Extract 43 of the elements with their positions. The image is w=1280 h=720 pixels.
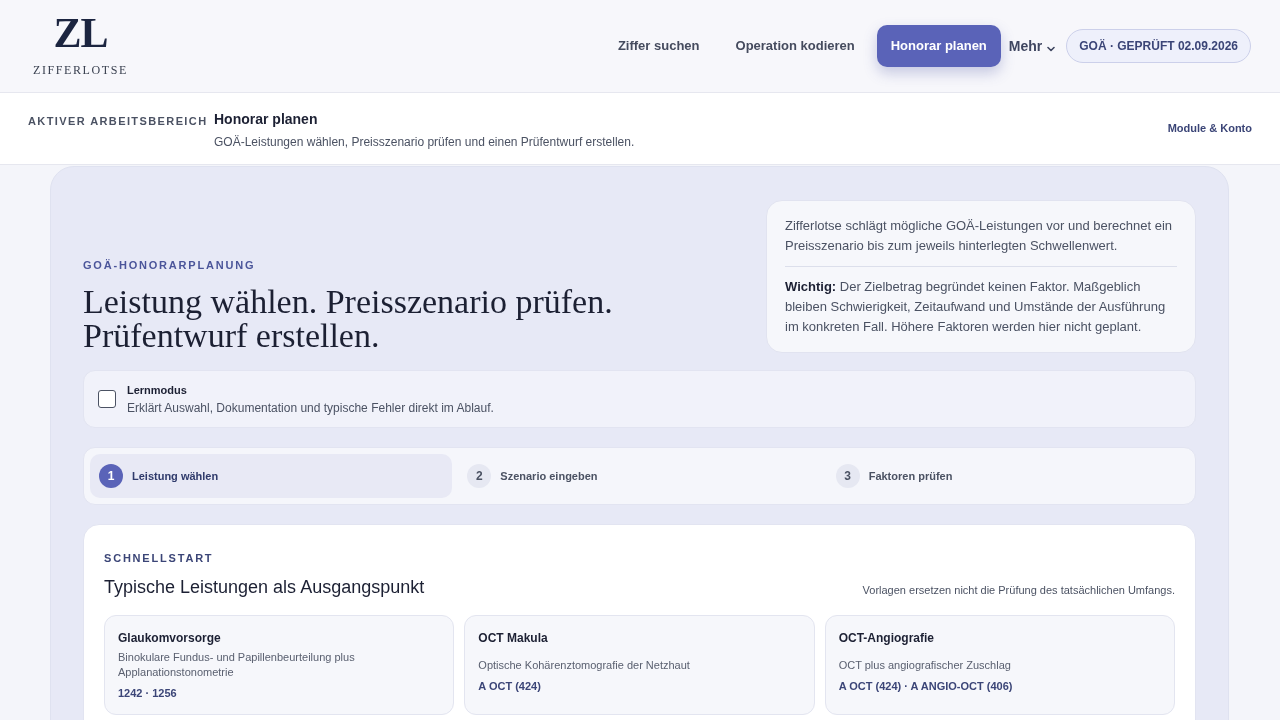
section-note: Vorlagen ersetzen nicht die Prüfung des tatsächlichen Umfangs. — [862, 583, 1175, 597]
template-codes: A OCT (424) · A ANGIO-OCT (406) — [838, 678, 1014, 693]
template-description: Binokulare Fundus- und Papillenbeurteilung plus Applanationstonometrie — [118, 650, 356, 680]
step-tab[interactable]: 2 Szenario eingeben — [458, 454, 821, 498]
workspace-title: Honorar planen — [214, 110, 319, 128]
logo-mark: ZL — [53, 15, 108, 50]
nav-link[interactable]: Ziffer suchen — [603, 25, 714, 67]
section-eyebrow: SCHNELLSTART — [104, 551, 215, 565]
page-heading: Leistung wählen. Preisszenario prüfen. Prüfentwurf erstellen. — [83, 285, 614, 353]
template-description: Optische Kohärenztomografie der Netzhaut — [478, 657, 691, 673]
template-card[interactable]: Glaukomvorsorge Binokulare Fundus- und Papillenbeurteilung plus Applanationstonometrie 1242 · 1256 — [104, 615, 455, 715]
template-codes: 1242 · 1256 — [118, 686, 178, 700]
learning-mode-description: Erklärt Auswahl, Dokumentation und typische Fehler direkt im Ablauf. — [127, 399, 494, 416]
account-link[interactable]: Module & Konto — [1167, 120, 1252, 137]
template-card[interactable]: OCT-Angiografie OCT plus angiografischer Zuschlag A OCT (424) · A ANGIO-OCT (406) — [824, 615, 1175, 715]
more-menu[interactable]: Mehr — [1008, 35, 1058, 57]
step-number: 1 — [99, 464, 123, 488]
nav-link[interactable]: Operation kodieren — [721, 25, 869, 67]
step-number: 2 — [467, 464, 492, 488]
section-heading: Typische Leistungen als Ausgangspunkt — [104, 576, 425, 598]
template-codes: A OCT (424) — [478, 678, 542, 693]
logo-name: ZIFFERLOTSE — [33, 62, 128, 77]
learning-mode-label: Lernmodus — [127, 382, 188, 397]
template-description: OCT plus angiografischer Zuschlag — [838, 657, 1012, 673]
step-label: Leistung wählen — [132, 468, 219, 484]
learning-mode-checkbox[interactable] — [98, 390, 116, 408]
status-badge: GOÄ · GEPRÜFT 02.09.2026 — [1066, 29, 1251, 63]
workspace-description: GOÄ-Leistungen wählen, Preisszenario prüfen und einen Prüfentwurf erstellen. — [214, 134, 635, 150]
step-tab[interactable]: 1 Leistung wählen — [90, 454, 453, 498]
info-note: Wichtig: Der Zielbetrag begründet keinen Faktor. Maßgeblich bleiben Schwierigkeit, Zeitaufwand und Umstände der Ausführung im konkreten Fall. Höhere Faktoren werden hier nicht geplant. — [785, 278, 1167, 336]
template-title: Glaukomvorsorge — [118, 630, 222, 646]
workspace-label: AKTIVER ARBEITSBEREICH — [28, 114, 209, 129]
caret-icon — [1047, 46, 1056, 52]
info-text: Zifferlotse schlägt mögliche GOÄ-Leistungen vor und berechnet ein Preisszenario bis zum jeweils hinterlegten Schwellenwert. — [785, 217, 1174, 255]
step-tab[interactable]: 3 Faktoren prüfen — [826, 454, 1189, 498]
step-number: 3 — [835, 464, 860, 488]
template-title: OCT Makula — [478, 630, 549, 646]
template-card[interactable]: OCT Makula Optische Kohärenztomografie der Netzhaut A OCT (424) — [464, 615, 815, 715]
section-eyebrow: GOÄ-HONORARPLANUNG — [83, 258, 257, 272]
step-label: Szenario eingeben — [500, 468, 598, 484]
nav-link[interactable]: Honorar planen — [876, 25, 1001, 67]
step-label: Faktoren prüfen — [868, 468, 953, 484]
template-title: OCT-Angiografie — [838, 630, 935, 646]
